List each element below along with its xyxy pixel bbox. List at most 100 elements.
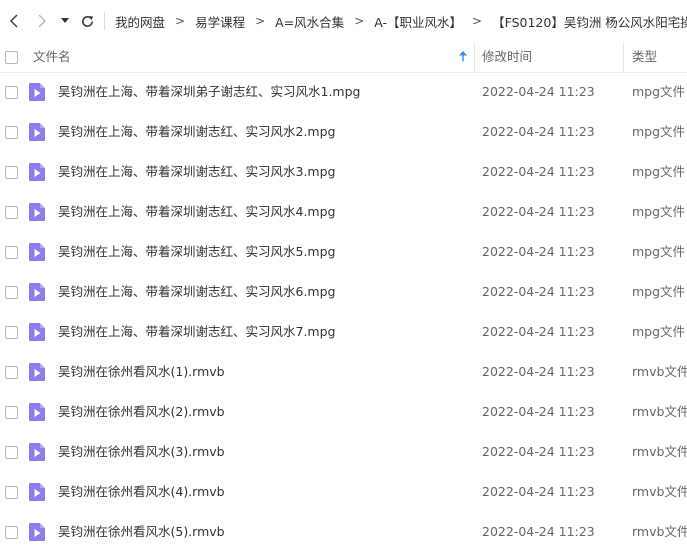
file-row[interactable]: 吴钧洲在徐州看风水(4).rmvb 2022-04-24 11:23 rmvb文件 [0,472,687,512]
file-modified-date: 2022-04-24 11:23 [482,364,595,379]
video-file-icon [29,123,45,141]
file-modified-date: 2022-04-24 11:23 [482,484,595,499]
file-type: rmvb文件 [632,524,687,539]
file-modified-date: 2022-04-24 11:23 [482,124,595,139]
file-modified-date: 2022-04-24 11:23 [482,284,595,299]
file-name[interactable]: 吴钧洲在上海、带着深圳谢志红、实习风水5.mpg [58,232,335,272]
file-modified-date: 2022-04-24 11:23 [482,244,595,259]
file-name[interactable]: 吴钧洲在上海、带着深圳谢志红、实习风水7.mpg [58,312,335,352]
modified-column-header[interactable]: 修改时间 [482,42,532,72]
column-header: 文件名 修改时间 类型 [0,42,687,73]
file-name[interactable]: 吴钧洲在上海、带着深圳谢志红、实习风水3.mpg [58,152,335,192]
file-row[interactable]: 吴钧洲在徐州看风水(5).rmvb 2022-04-24 11:23 rmvb文件 [0,512,687,552]
row-checkbox[interactable] [5,526,18,539]
file-row[interactable]: 吴钧洲在上海、带着深圳弟子谢志红、实习风水1.mpg 2022-04-24 11:… [0,72,687,112]
file-row[interactable]: 吴钧洲在上海、带着深圳谢志红、实习风水7.mpg 2022-04-24 11:23… [0,312,687,352]
file-row[interactable]: 吴钧洲在徐州看风水(3).rmvb 2022-04-24 11:23 rmvb文件 [0,432,687,472]
file-type: rmvb文件 [632,404,687,419]
file-row[interactable]: 吴钧洲在上海、带着深圳谢志红、实习风水2.mpg 2022-04-24 11:23… [0,112,687,152]
file-type: mpg文件 [632,164,686,179]
row-checkbox[interactable] [5,126,18,139]
chevron-left-icon [9,14,18,28]
video-file-icon [29,283,45,301]
file-row[interactable]: 吴钧洲在徐州看风水(1).rmvb 2022-04-24 11:23 rmvb文件 [0,352,687,392]
select-all-checkbox[interactable] [5,51,18,64]
video-file-icon [29,203,45,221]
breadcrumb: 我的网盘 > 易学课程 > A=风水合集 > A-【职业风水】 > 【FS0120】吴钧洲 杨公… [115,12,687,31]
nav-divider [104,12,105,30]
row-checkbox[interactable] [5,206,18,219]
file-name[interactable]: 吴钧洲在徐州看风水(1).rmvb [58,352,225,392]
row-checkbox[interactable] [5,286,18,299]
breadcrumb-item[interactable]: 易学课程 [195,12,245,31]
breadcrumb-separator: > [255,14,266,28]
navigation-bar: 我的网盘 > 易学课程 > A=风水合集 > A-【职业风水】 > 【FS0120】吴钧洲 杨公… [0,0,687,42]
row-checkbox[interactable] [5,446,18,459]
file-name[interactable]: 吴钧洲在徐州看风水(3).rmvb [58,432,225,472]
file-name[interactable]: 吴钧洲在上海、带着深圳谢志红、实习风水4.mpg [58,192,335,232]
breadcrumb-item[interactable]: 【FS0120】吴钧洲 杨公风水阳宅操作 [492,12,687,31]
caret-down-icon [61,18,69,23]
back-button[interactable] [2,0,26,42]
file-row[interactable]: 吴钧洲在徐州看风水(2).rmvb 2022-04-24 11:23 rmvb文件 [0,392,687,432]
file-modified-date: 2022-04-24 11:23 [482,524,595,539]
file-type: rmvb文件 [632,364,687,379]
file-type: mpg文件 [632,244,686,259]
breadcrumb-item[interactable]: A-【职业风水】 [374,12,462,31]
file-type: rmvb文件 [632,444,687,459]
sort-ascending-icon[interactable] [458,51,468,62]
file-type: mpg文件 [632,84,686,99]
history-dropdown-button[interactable] [56,0,74,42]
file-name[interactable]: 吴钧洲在徐州看风水(5).rmvb [58,512,225,552]
file-name[interactable]: 吴钧洲在上海、带着深圳谢志红、实习风水6.mpg [58,272,335,312]
name-column-header[interactable]: 文件名 [33,42,71,72]
file-browser: 我的网盘 > 易学课程 > A=风水合集 > A-【职业风水】 > 【FS0120】吴钧洲 杨公… [0,0,687,556]
video-file-icon [29,403,45,421]
column-divider[interactable] [623,42,624,72]
video-file-icon [29,443,45,461]
video-file-icon [29,363,45,381]
column-divider[interactable] [474,42,475,72]
row-checkbox[interactable] [5,406,18,419]
file-list: 吴钧洲在上海、带着深圳弟子谢志红、实习风水1.mpg 2022-04-24 11:… [0,72,687,552]
breadcrumb-item[interactable]: 我的网盘 [115,12,165,31]
chevron-right-icon [38,14,47,28]
file-name[interactable]: 吴钧洲在上海、带着深圳弟子谢志红、实习风水1.mpg [58,72,360,112]
file-row[interactable]: 吴钧洲在上海、带着深圳谢志红、实习风水4.mpg 2022-04-24 11:23… [0,192,687,232]
breadcrumb-separator: > [354,14,365,28]
refresh-button[interactable] [76,0,98,42]
file-name[interactable]: 吴钧洲在徐州看风水(4).rmvb [58,472,225,512]
row-checkbox[interactable] [5,486,18,499]
file-modified-date: 2022-04-24 11:23 [482,324,595,339]
video-file-icon [29,483,45,501]
file-modified-date: 2022-04-24 11:23 [482,204,595,219]
file-modified-date: 2022-04-24 11:23 [482,444,595,459]
file-modified-date: 2022-04-24 11:23 [482,404,595,419]
file-name[interactable]: 吴钧洲在徐州看风水(2).rmvb [58,392,225,432]
file-type: rmvb文件 [632,484,687,499]
file-row[interactable]: 吴钧洲在上海、带着深圳谢志红、实习风水3.mpg 2022-04-24 11:23… [0,152,687,192]
file-type: mpg文件 [632,324,686,339]
video-file-icon [29,243,45,261]
file-type: mpg文件 [632,284,686,299]
file-row[interactable]: 吴钧洲在上海、带着深圳谢志红、实习风水5.mpg 2022-04-24 11:23… [0,232,687,272]
forward-button[interactable] [30,0,54,42]
video-file-icon [29,163,45,181]
row-checkbox[interactable] [5,326,18,339]
row-checkbox[interactable] [5,86,18,99]
video-file-icon [29,523,45,541]
breadcrumb-item[interactable]: A=风水合集 [275,12,344,31]
file-name[interactable]: 吴钧洲在上海、带着深圳谢志红、实习风水2.mpg [58,112,335,152]
refresh-icon [81,15,93,27]
row-checkbox[interactable] [5,166,18,179]
file-type: mpg文件 [632,204,686,219]
file-modified-date: 2022-04-24 11:23 [482,84,595,99]
row-checkbox[interactable] [5,246,18,259]
video-file-icon [29,83,45,101]
type-column-header[interactable]: 类型 [632,42,657,72]
breadcrumb-separator: > [472,14,483,28]
file-row[interactable]: 吴钧洲在上海、带着深圳谢志红、实习风水6.mpg 2022-04-24 11:23… [0,272,687,312]
row-checkbox[interactable] [5,366,18,379]
file-modified-date: 2022-04-24 11:23 [482,164,595,179]
file-type: mpg文件 [632,124,686,139]
